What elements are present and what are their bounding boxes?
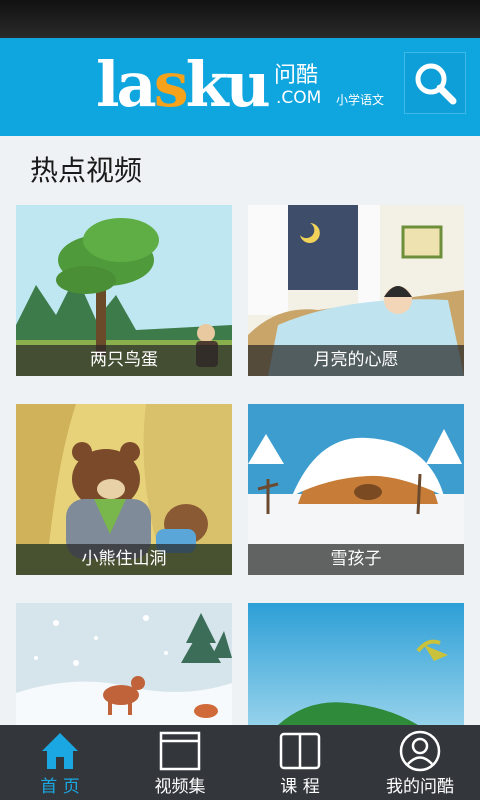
search-button[interactable] <box>404 52 466 114</box>
video-collection-icon <box>159 731 201 771</box>
logo-subtitle: 小学语文 <box>336 93 385 107</box>
video-thumbnail <box>248 603 464 725</box>
tab-home[interactable]: 首 页 <box>0 725 120 800</box>
section-title-hot-videos: 热点视频 <box>30 154 143 187</box>
video-title: 月亮的心愿 <box>248 345 464 376</box>
book-icon <box>279 732 321 770</box>
app-header: lasku 问酷 .COM 小学语文 <box>0 38 480 136</box>
video-card[interactable]: 两只鸟蛋 <box>16 205 232 376</box>
video-card[interactable]: 小熊住山洞 <box>16 404 232 575</box>
home-icon <box>42 733 78 769</box>
tab-label: 我的问酷 <box>386 777 454 797</box>
tab-video-collection[interactable]: 视频集 <box>120 725 240 800</box>
video-card[interactable] <box>248 603 464 725</box>
video-card[interactable]: 月亮的心愿 <box>248 205 464 376</box>
tab-label: 视频集 <box>154 777 206 797</box>
video-title: 两只鸟蛋 <box>16 345 232 376</box>
search-icon <box>415 63 457 105</box>
video-card[interactable]: 雪孩子 <box>248 404 464 575</box>
status-bar <box>0 0 480 38</box>
video-thumbnail <box>16 603 232 725</box>
tab-my-account[interactable]: 我的问酷 <box>360 725 480 800</box>
user-icon <box>399 730 441 772</box>
video-card[interactable] <box>16 603 232 725</box>
bottom-tab-bar: 首 页 视频集 课 程 我的问酷 <box>0 725 480 800</box>
tab-label: 首 页 <box>40 777 80 797</box>
logo-wordmark: lasku <box>96 48 271 121</box>
logo-chinese-name: 问酷 <box>274 63 319 88</box>
logo-domain: .COM <box>276 88 322 108</box>
video-title: 雪孩子 <box>248 544 464 575</box>
tab-courses[interactable]: 课 程 <box>240 725 360 800</box>
video-title: 小熊住山洞 <box>16 544 232 575</box>
tab-label: 课 程 <box>280 777 320 797</box>
lasku-logo: lasku 问酷 .COM 小学语文 <box>96 52 396 122</box>
